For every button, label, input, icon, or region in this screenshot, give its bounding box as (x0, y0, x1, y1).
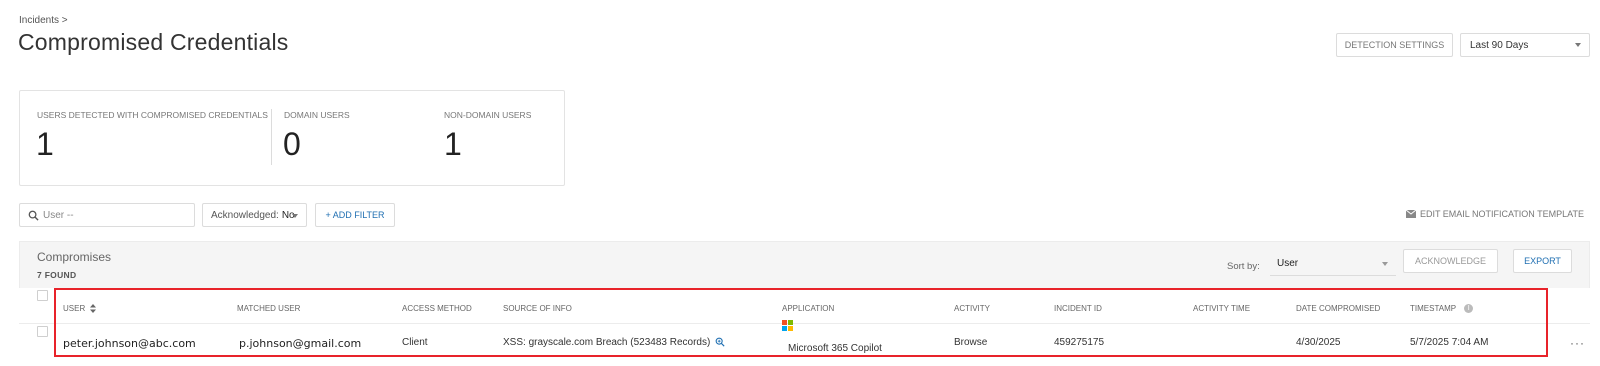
compromises-table: USER MATCHED USER ACCESS METHOD SOURCE O… (19, 288, 1590, 366)
stats-card: USERS DETECTED WITH COMPROMISED CREDENTI… (19, 90, 565, 186)
column-header-matched-user[interactable]: MATCHED USER (237, 304, 300, 313)
column-header-timestamp[interactable]: TIMESTAMP i (1410, 304, 1474, 314)
edit-email-template-link[interactable]: EDIT EMAIL NOTIFICATION TEMPLATE (1405, 209, 1584, 219)
detection-settings-button[interactable]: DETECTION SETTINGS (1336, 33, 1453, 57)
search-placeholder: User -- (43, 209, 74, 221)
column-header-timestamp-label: TIMESTAMP (1410, 304, 1456, 313)
stat-users-value: 1 (36, 126, 54, 162)
chevron-down-icon (292, 214, 298, 218)
date-range-value: Last 90 Days (1470, 39, 1529, 51)
sort-select[interactable]: User (1270, 252, 1396, 276)
info-icon[interactable]: i (1464, 304, 1474, 314)
cell-matched-user: p.johnson@gmail.com (239, 337, 362, 350)
breadcrumb[interactable]: Incidents > (19, 15, 68, 26)
cell-date-compromised: 4/30/2025 (1296, 337, 1341, 348)
date-range-select[interactable]: Last 90 Days (1460, 33, 1590, 57)
row-menu-button[interactable]: ··· (1570, 336, 1585, 350)
acknowledged-filter-label: Acknowledged: (211, 209, 279, 221)
table-header-row: USER MATCHED USER ACCESS METHOD SOURCE O… (19, 288, 1590, 324)
row-checkbox[interactable] (37, 326, 48, 337)
column-header-user[interactable]: USER (63, 304, 97, 314)
acknowledge-button[interactable]: ACKNOWLEDGE (1403, 249, 1498, 273)
microsoft-logo-icon (782, 320, 794, 332)
select-all-checkbox[interactable] (37, 290, 48, 301)
cell-source-text: XSS: grayscale.com Breach (523483 Record… (503, 337, 711, 348)
cell-access-method: Client (402, 337, 428, 348)
zoom-in-icon[interactable] (715, 337, 725, 347)
chevron-down-icon (1575, 43, 1581, 47)
column-header-user-label: USER (63, 304, 86, 313)
table-row[interactable]: peter.johnson@abc.com p.johnson@gmail.co… (19, 320, 1590, 366)
acknowledged-filter[interactable]: Acknowledged: No (202, 203, 307, 227)
column-header-date-compromised[interactable]: DATE COMPROMISED (1296, 304, 1380, 313)
cell-incident-id: 459275175 (1054, 337, 1105, 348)
cell-source: XSS: grayscale.com Breach (523483 Record… (503, 337, 725, 348)
stat-nondomain-label: NON-DOMAIN USERS (444, 110, 532, 120)
user-search-input[interactable]: User -- (19, 203, 195, 227)
sort-value: User (1277, 258, 1299, 269)
export-button[interactable]: EXPORT (1513, 249, 1572, 273)
column-header-application[interactable]: APPLICATION (782, 304, 834, 313)
search-icon (28, 210, 39, 221)
cell-activity: Browse (954, 337, 988, 348)
stat-users-label: USERS DETECTED WITH COMPROMISED CREDENTI… (37, 110, 268, 120)
stat-domain-label: DOMAIN USERS (284, 110, 350, 120)
cell-application: Microsoft 365 Copilot (788, 343, 882, 354)
column-header-source[interactable]: SOURCE OF INFO (503, 304, 572, 313)
edit-email-label: EDIT EMAIL NOTIFICATION TEMPLATE (1419, 209, 1584, 219)
chevron-down-icon (1382, 262, 1388, 266)
add-filter-button[interactable]: + ADD FILTER (315, 203, 395, 227)
found-count: 7 FOUND (37, 270, 77, 280)
sort-icon[interactable] (90, 304, 97, 314)
cell-user: peter.johnson@abc.com (63, 337, 196, 350)
column-header-activity-time[interactable]: ACTIVITY TIME (1193, 304, 1250, 313)
stat-domain-value: 0 (283, 126, 301, 162)
column-header-access-method[interactable]: ACCESS METHOD (402, 304, 472, 313)
panel-title: Compromises (37, 250, 112, 264)
envelope-icon (1405, 210, 1416, 218)
column-header-activity[interactable]: ACTIVITY (954, 304, 990, 313)
stat-divider (271, 109, 272, 165)
stat-nondomain-value: 1 (444, 126, 462, 162)
page-title: Compromised Credentials (18, 29, 289, 55)
sort-label: Sort by: (1227, 261, 1260, 272)
cell-timestamp: 5/7/2025 7:04 AM (1410, 337, 1489, 348)
column-header-incident-id[interactable]: INCIDENT ID (1054, 304, 1102, 313)
